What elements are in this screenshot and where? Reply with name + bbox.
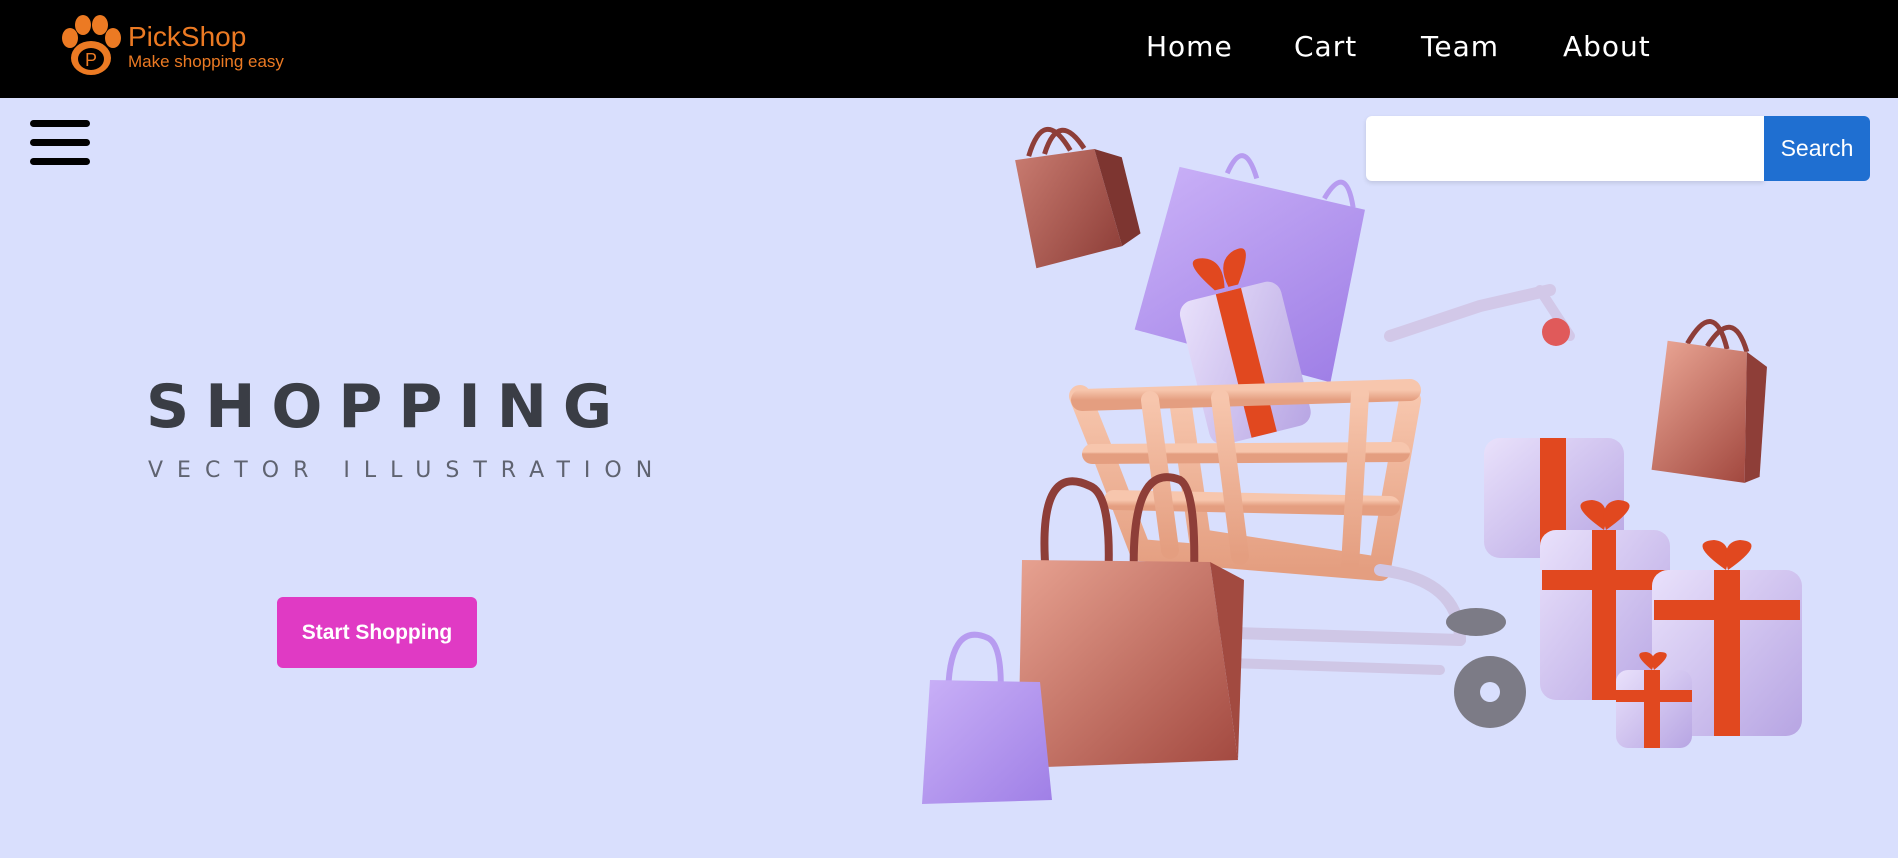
brand-tagline: Make shopping easy [128,52,284,71]
nav-home-link[interactable]: Home [1146,30,1233,63]
paw-logo-icon: P [62,15,121,75]
hero-subtitle: VECTOR ILLUSTRATION [148,458,667,483]
floating-bag-topleft [1015,126,1141,269]
brand-logo[interactable]: P PickShop Make shopping easy [58,14,284,78]
top-navbar: P PickShop Make shopping easy Home Cart … [0,0,1898,98]
nav-about-link[interactable]: About [1563,30,1651,63]
logo-letter: P [85,50,97,70]
gift-stack [1484,438,1802,748]
floating-bag-right [1651,319,1767,483]
nav-cart-link[interactable]: Cart [1294,30,1357,63]
nav-team-link[interactable]: Team [1421,30,1499,63]
hero-title: SHOPPING [146,372,629,442]
start-shopping-button[interactable]: Start Shopping [277,597,477,668]
brand-name: PickShop [128,21,247,52]
shopping-cart-illustration [922,126,1802,804]
hamburger-menu-icon[interactable] [30,120,90,166]
